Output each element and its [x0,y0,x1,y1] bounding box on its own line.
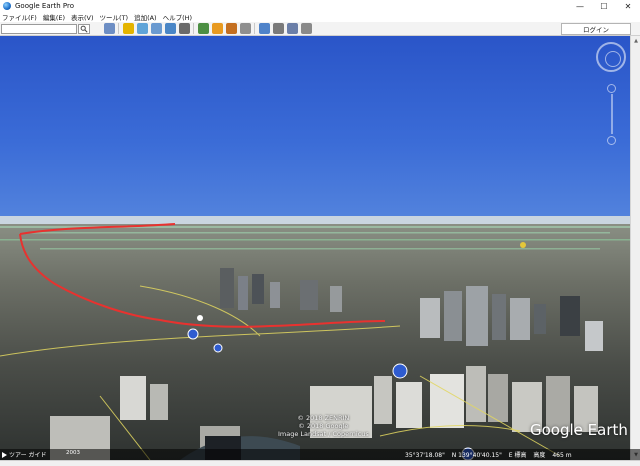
menu-edit[interactable]: 編集(E) [43,12,65,22]
tour-record-icon[interactable] [179,23,190,34]
menu-tools[interactable]: ツール(T) [100,12,129,22]
search-input[interactable] [1,24,77,34]
placemark-icon[interactable] [123,23,134,34]
google-earth-app-icon [3,2,11,10]
maximize-button[interactable]: ☐ [592,0,616,12]
status-bar: ツアー ガイド 2003 35°37'18.08" N 139°40'40.15… [0,449,640,460]
tour-guide-label: ツアー ガイド [9,452,47,459]
search-button[interactable] [78,24,90,34]
copyright-line-1: © 2018 ZENRIN [297,414,350,422]
zoom-slider[interactable] [611,94,613,134]
tour-guide-button[interactable]: ツアー ガイド [2,450,47,459]
coordinate-readout: 35°37'18.08" N 139°40'40.15" E 標高 高度 465… [405,450,577,459]
toolbar-separator [118,23,119,34]
menu-help[interactable]: ヘルプ(H) [163,12,192,22]
toolbar-separator [254,23,255,34]
navigation-controls [596,42,626,152]
imagery-date: 2003 [66,450,80,456]
email-icon[interactable] [259,23,270,34]
longitude: N 139°40'40.15" [451,452,502,459]
historical-imagery-icon[interactable] [198,23,209,34]
play-icon [2,451,7,458]
polygon-icon[interactable] [137,23,148,34]
save-image-icon[interactable] [287,23,298,34]
menu-bar: ファイル(F) 編集(E) 表示(V) ツール(T) 追加(A) ヘルプ(H) [0,12,640,22]
minimize-button[interactable]: — [568,0,592,12]
copyright-text: © 2018 ZENRIN © 2018 Google Image Landsa… [278,414,369,438]
window-controls: — ☐ ✕ [568,0,640,12]
window-title: Google Earth Pro [15,2,75,10]
look-joystick[interactable] [596,42,626,72]
path-icon[interactable] [151,23,162,34]
toolbar-separator [193,23,194,34]
altitude-label: 高度 [533,452,546,459]
search-icon [80,25,88,33]
planets-icon[interactable] [226,23,237,34]
menu-add[interactable]: 追加(A) [134,12,157,22]
city-scene [0,216,630,460]
earth-3d-view[interactable]: © 2018 ZENRIN © 2018 Google Image Landsa… [0,36,630,460]
ruler-icon[interactable] [240,23,251,34]
toolbar-icons [104,23,315,34]
sidebar-toggle-icon[interactable] [104,23,115,34]
close-button[interactable]: ✕ [616,0,640,12]
vertical-scrollbar[interactable]: ▲ ▼ [630,36,640,460]
toolbar: ログイン [0,22,640,36]
view-maps-icon[interactable] [301,23,312,34]
sunlight-icon[interactable] [212,23,223,34]
elevation-label: E 標高 [508,452,527,459]
copyright-line-2: © 2018 Google [298,422,349,430]
altitude-value: 465 m [552,452,572,459]
zoom-in-button[interactable] [607,84,616,93]
menu-file[interactable]: ファイル(F) [2,12,37,22]
menu-view[interactable]: 表示(V) [71,12,94,22]
print-icon[interactable] [273,23,284,34]
google-earth-logo: Google Earth [530,421,628,439]
copyright-line-3: Image Landsat / Copernicus [278,430,369,438]
zoom-out-button[interactable] [607,136,616,145]
bottom-frame [0,460,640,466]
compass-icon [605,51,621,67]
scroll-up-arrow-icon[interactable]: ▲ [631,36,640,46]
login-button[interactable]: ログイン [561,23,631,35]
latitude: 35°37'18.08" [405,452,445,459]
title-bar: Google Earth Pro — ☐ ✕ [0,0,640,12]
overlay-icon[interactable] [165,23,176,34]
